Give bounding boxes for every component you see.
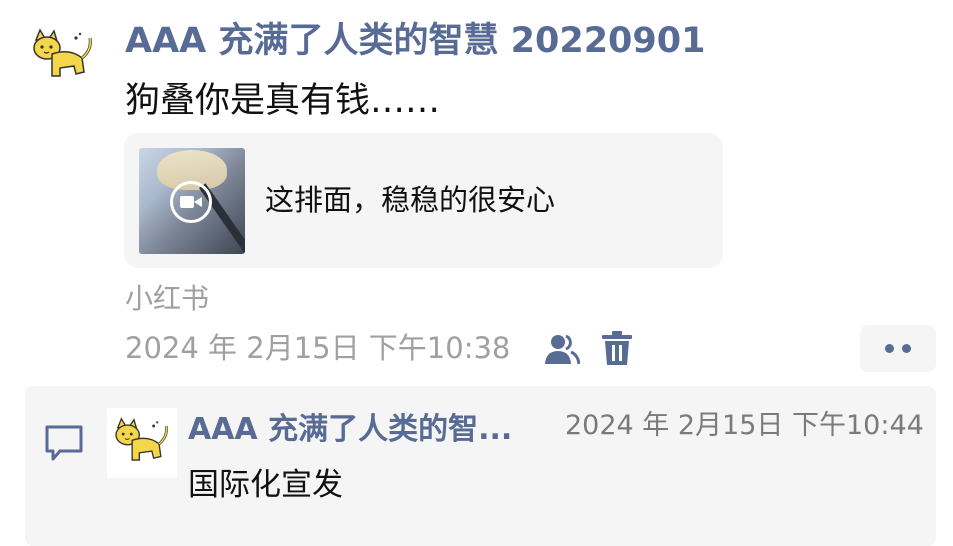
- more-options-button[interactable]: [860, 325, 936, 372]
- comment-timestamp: 2024 年 2月15日 下午10:44: [565, 410, 924, 441]
- link-card-title: 这排面，稳稳的很安心: [265, 183, 556, 217]
- yellow-cat-icon: [115, 417, 168, 461]
- yellow-cat-icon: [33, 28, 92, 77]
- source-app-label[interactable]: 小红书: [125, 279, 209, 319]
- post-text: 狗叠你是真有钱……: [125, 81, 441, 121]
- trash-icon[interactable]: [601, 330, 633, 366]
- video-thumbnail: [139, 148, 245, 254]
- shared-link-card[interactable]: 这排面，稳稳的很安心: [124, 133, 723, 268]
- more-dots-icon: [885, 344, 894, 353]
- friends-icon[interactable]: [544, 332, 580, 366]
- comment-section: AAA 充满了人类的智... 2024 年 2月15日 下午10:44 国际化宣…: [25, 386, 936, 546]
- post-author-name[interactable]: AAA 充满了人类的智慧 20220901: [125, 18, 705, 64]
- video-play-icon: [170, 181, 212, 223]
- comment-author-name[interactable]: AAA 充满了人类的智...: [188, 410, 548, 450]
- comment-bubble-icon: [45, 425, 83, 461]
- post-timestamp: 2024 年 2月15日 下午10:38: [125, 331, 511, 365]
- comment-text[interactable]: 国际化宣发: [188, 464, 343, 506]
- comment-author-avatar[interactable]: [107, 408, 177, 478]
- post-author-avatar[interactable]: [28, 22, 98, 92]
